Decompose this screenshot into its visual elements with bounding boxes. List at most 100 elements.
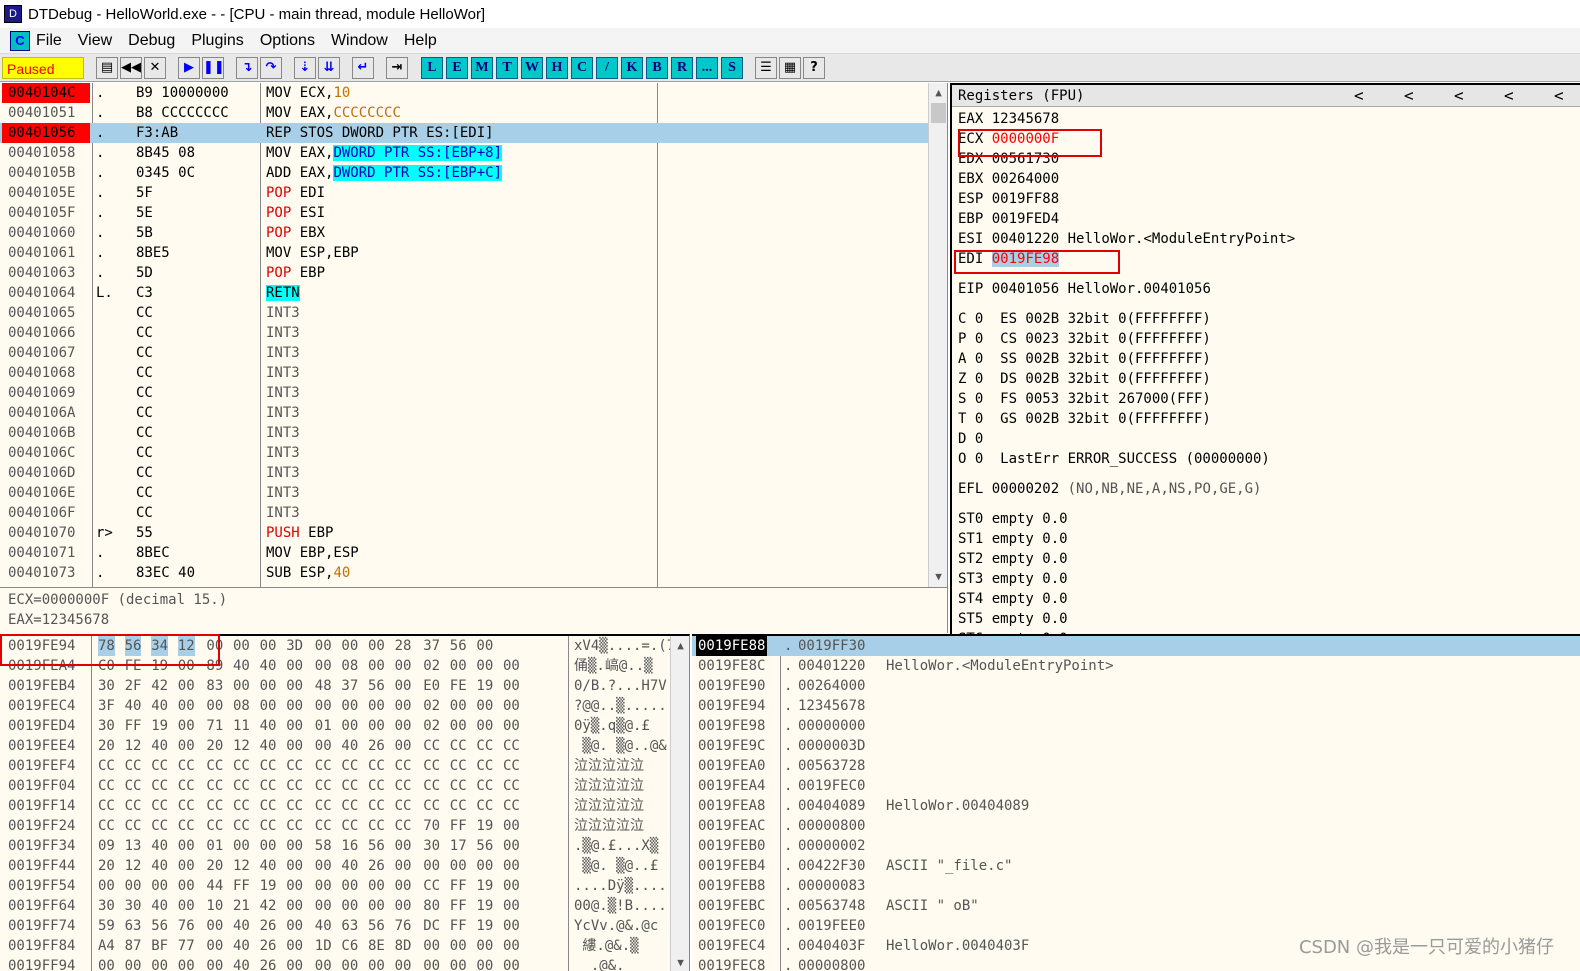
breakpoints-button[interactable]: B [646, 56, 668, 79]
dump-byte[interactable]: CC [450, 756, 467, 776]
registers-pane[interactable]: Registers (FPU) < < < < < EAX 12345678 EC… [950, 83, 1580, 647]
dump-byte[interactable]: 00 [450, 856, 467, 876]
dump-byte[interactable]: 26 [260, 936, 277, 956]
dump-byte[interactable]: CC [395, 776, 412, 796]
dump-byte[interactable]: C6 [341, 936, 358, 956]
stack-row[interactable]: 0019FE94. 12345678 [692, 696, 1580, 716]
dump-byte[interactable]: 00 [206, 916, 223, 936]
fpu-row[interactable]: ST4 empty 0.0 [958, 589, 1068, 609]
dump-byte[interactable]: 00 [450, 936, 467, 956]
disasm-instruction[interactable]: POP EBP [266, 263, 656, 283]
disasm-row[interactable]: 00401067 CC INT3 [0, 343, 928, 363]
dump-byte[interactable]: 00 [503, 716, 520, 736]
stack-address[interactable]: 0019FEBC [698, 896, 765, 916]
scroll-down-icon[interactable]: ▼ [929, 569, 948, 585]
dump-byte[interactable]: 10 [206, 896, 223, 916]
stack-row[interactable]: 0019FE8C. 00401220 HelloWor.<ModuleEntryPo… [692, 656, 1580, 676]
dump-byte[interactable]: 00 [286, 856, 303, 876]
dump-byte[interactable]: CC [315, 776, 332, 796]
disasm-row[interactable]: 00401061. 8BE5 MOV ESP,EBP [0, 243, 928, 263]
stack-address[interactable]: 0019FE90 [698, 676, 765, 696]
dump-byte[interactable]: CC [286, 756, 303, 776]
disasm-instruction[interactable]: INT3 [266, 403, 656, 423]
disasm-address[interactable]: 0040106B [8, 423, 90, 443]
stack-address[interactable]: 0019FEB8 [698, 876, 765, 896]
fpu-row[interactable]: ST5 empty 0.0 [958, 609, 1068, 629]
handles-window-button[interactable]: H [546, 56, 568, 79]
dump-byte[interactable]: CC [450, 736, 467, 756]
dump-byte[interactable]: 63 [341, 916, 358, 936]
dump-byte[interactable]: 00 [341, 696, 358, 716]
dump-row[interactable]: 0019FF64 30 30 40 00 10 21 42 00 00 00 00 00 80 FF 19 00… [0, 896, 670, 916]
dump-byte[interactable]: 00 [450, 956, 467, 971]
dump-byte[interactable]: 00 [206, 936, 223, 956]
dump-byte[interactable]: 00 [233, 636, 250, 656]
register-row[interactable]: EIP 00401056 HelloWor.00401056 [958, 279, 1211, 299]
dump-byte[interactable]: 40 [233, 916, 250, 936]
stack-value[interactable]: 00000000 [798, 716, 865, 736]
disassembly-scrollbar[interactable]: ▲ ▼ [928, 83, 947, 587]
dump-byte[interactable]: 56 [368, 916, 385, 936]
dump-byte[interactable]: FE [450, 676, 467, 696]
dump-byte[interactable]: 00 [233, 836, 250, 856]
dump-byte[interactable]: 30 [423, 836, 440, 856]
dump-byte[interactable]: 00 [423, 856, 440, 876]
flag-row[interactable]: D 0 [958, 429, 983, 449]
stack-row[interactable]: 0019FE90. 00264000 [692, 676, 1580, 696]
disasm-instruction[interactable]: MOV EAX,CCCCCCCC [266, 103, 656, 123]
dump-byte[interactable]: 3D [286, 636, 303, 656]
dump-byte[interactable]: CC [315, 756, 332, 776]
dump-byte[interactable]: 08 [233, 696, 250, 716]
disasm-instruction[interactable]: INT3 [266, 363, 656, 383]
flag-row[interactable]: C 0 ES 002B 32bit 0(FFFFFFFF) [958, 309, 1211, 329]
dump-byte[interactable]: 00 [395, 896, 412, 916]
dump-byte[interactable]: 44 [206, 876, 223, 896]
stack-row[interactable]: 0019FEAC. 00000800 [692, 816, 1580, 836]
source-button[interactable]: S [721, 56, 743, 79]
dump-byte[interactable]: CC [98, 816, 115, 836]
dump-byte[interactable]: 09 [98, 836, 115, 856]
disasm-address[interactable]: 00401060 [8, 223, 90, 243]
dump-byte[interactable]: FF [233, 876, 250, 896]
chevron-left-icon[interactable]: < [1504, 85, 1514, 107]
stack-address[interactable]: 0019FEA0 [698, 756, 765, 776]
disasm-row[interactable]: 0040106A CC INT3 [0, 403, 928, 423]
stack-row[interactable]: 0019FEA8. 00404089 HelloWor.00404089 [692, 796, 1580, 816]
cpu-icon[interactable]: C [10, 30, 30, 51]
dump-byte[interactable]: CC [503, 796, 520, 816]
disasm-row[interactable]: 0040106B CC INT3 [0, 423, 928, 443]
dump-byte[interactable]: 19 [476, 896, 493, 916]
dump-byte[interactable]: CC [476, 736, 493, 756]
chevron-left-icon[interactable]: < [1554, 85, 1564, 107]
dump-address[interactable]: 0019FF74 [8, 916, 75, 936]
dump-byte[interactable]: 00 [98, 876, 115, 896]
dump-byte[interactable]: 00 [368, 696, 385, 716]
disasm-row[interactable]: 0040106E CC INT3 [0, 483, 928, 503]
dump-byte[interactable]: CC [233, 796, 250, 816]
stack-address[interactable]: 0019FE98 [698, 716, 765, 736]
dump-byte[interactable]: CC [178, 816, 195, 836]
dump-byte[interactable]: 00 [260, 676, 277, 696]
dump-byte[interactable]: 00 [503, 676, 520, 696]
dump-byte[interactable]: 40 [125, 696, 142, 716]
dump-byte[interactable]: 02 [423, 716, 440, 736]
dump-byte[interactable]: 40 [151, 856, 168, 876]
disasm-address[interactable]: 0040105F [8, 203, 90, 223]
disasm-address[interactable]: 0040104C [2, 83, 90, 103]
disasm-row[interactable]: 00401064 L. C3 RETN [0, 283, 928, 303]
dump-byte[interactable]: 40 [151, 896, 168, 916]
dump-byte[interactable]: CC [503, 736, 520, 756]
disasm-row[interactable]: 0040106F CC INT3 [0, 503, 928, 523]
disasm-instruction[interactable]: INT3 [266, 443, 656, 463]
disasm-address[interactable]: 00401073 [8, 563, 90, 583]
dump-byte[interactable]: 00 [503, 836, 520, 856]
stack-value[interactable]: 0000003D [798, 736, 865, 756]
dump-byte[interactable]: 00 [368, 656, 385, 676]
flag-row[interactable]: Z 0 DS 002B 32bit 0(FFFFFFFF) [958, 369, 1211, 389]
dump-byte[interactable]: 40 [233, 656, 250, 676]
dump-byte[interactable]: 00 [368, 896, 385, 916]
stack-row[interactable]: 0019FEA0. 00563728 [692, 756, 1580, 776]
step-into-icon[interactable]: ↴ [236, 56, 258, 79]
disasm-row[interactable]: 0040106C CC INT3 [0, 443, 928, 463]
dump-byte[interactable]: CC [450, 796, 467, 816]
